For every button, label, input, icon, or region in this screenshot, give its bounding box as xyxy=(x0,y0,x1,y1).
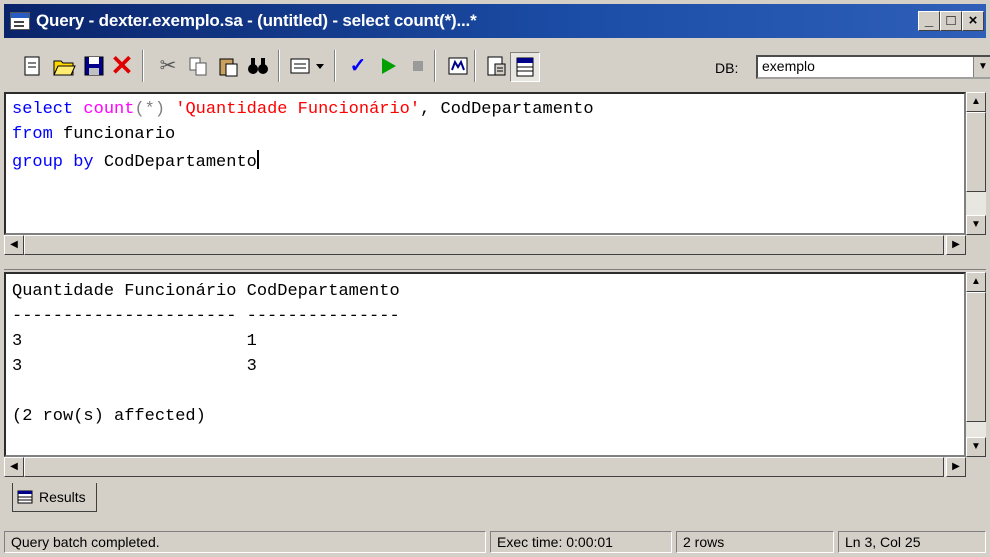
scroll-thumb[interactable] xyxy=(24,457,944,477)
database-select[interactable]: exemplo ▼ xyxy=(756,55,990,79)
toolbar-separator xyxy=(278,50,280,82)
scroll-right-icon[interactable]: ▶ xyxy=(946,457,966,477)
keyword: select xyxy=(12,100,74,119)
new-query-icon[interactable] xyxy=(18,52,46,80)
function-args: (*) xyxy=(134,100,166,119)
db-label: DB: xyxy=(715,60,739,76)
query-window-icon xyxy=(10,12,30,30)
results-tabs: Results xyxy=(4,483,986,517)
toolbar-separator xyxy=(142,50,144,82)
text-caret xyxy=(256,150,259,169)
cursor-position: Ln 3, Col 25 xyxy=(838,531,986,553)
scroll-down-icon[interactable]: ▼ xyxy=(966,215,986,235)
copy-icon[interactable] xyxy=(184,52,212,80)
properties-icon[interactable] xyxy=(482,52,510,80)
scroll-left-icon[interactable]: ◀ xyxy=(4,235,24,255)
keyword: from xyxy=(12,125,53,144)
results-mode-icon[interactable] xyxy=(288,52,330,80)
scroll-right-icon[interactable]: ▶ xyxy=(946,235,966,255)
results-header: Quantidade Funcionário CodDepartamento xyxy=(12,282,400,301)
status-message: Query batch completed. xyxy=(4,531,486,553)
scroll-left-icon[interactable]: ◀ xyxy=(4,457,24,477)
editor-vertical-scrollbar[interactable]: ▲ ▼ xyxy=(966,92,986,235)
splitter[interactable] xyxy=(4,257,986,270)
toolbar-separator xyxy=(434,50,436,82)
results-grid-icon[interactable] xyxy=(510,52,540,82)
scroll-up-icon[interactable]: ▲ xyxy=(966,272,986,292)
stop-icon[interactable] xyxy=(404,52,432,80)
chevron-down-icon[interactable]: ▼ xyxy=(973,57,990,77)
find-icon[interactable] xyxy=(244,52,272,80)
window-title: Query - dexter.exemplo.sa - (untitled) -… xyxy=(36,11,477,30)
scroll-up-icon[interactable]: ▲ xyxy=(966,92,986,112)
status-bar: Query batch completed. Exec time: 0:00:0… xyxy=(0,525,990,557)
rows-affected-text: (2 row(s) affected) xyxy=(12,407,206,426)
table-row: 3 3 xyxy=(12,357,257,376)
editor-line-2: from funcionario xyxy=(12,125,175,144)
cut-icon[interactable]: ✂ xyxy=(154,52,182,80)
maximize-button[interactable]: □ xyxy=(940,11,962,31)
database-select-value: exemplo xyxy=(762,58,815,74)
keyword: group by xyxy=(12,153,94,172)
column-list: , CodDepartamento xyxy=(420,100,594,119)
title-bar[interactable]: Query - dexter.exemplo.sa - (untitled) -… xyxy=(4,4,986,38)
paste-icon[interactable] xyxy=(214,52,242,80)
toolbar-separator xyxy=(334,50,336,82)
display-plan-icon[interactable] xyxy=(444,52,472,80)
table-row: 3 1 xyxy=(12,332,257,351)
toolbar: ✕ ✂ ✓ DB: exemplo ▼ xyxy=(4,40,990,96)
editor-line-3: group by CodDepartamento xyxy=(12,150,259,172)
table-name: funcionario xyxy=(52,125,176,144)
row-count: 2 rows xyxy=(676,531,834,553)
editor-line-1: select count(*) 'Quantidade Funcionário'… xyxy=(12,100,594,119)
scroll-down-icon[interactable]: ▼ xyxy=(966,437,986,457)
results-horizontal-scrollbar[interactable]: ◀ ▶ xyxy=(4,457,966,477)
results-grid-icon xyxy=(17,490,33,504)
open-icon[interactable] xyxy=(50,52,78,80)
toolbar-separator xyxy=(474,50,476,82)
query-editor[interactable]: select count(*) 'Quantidade Funcionário'… xyxy=(4,92,966,235)
minimize-button[interactable]: _ xyxy=(918,11,940,31)
editor-horizontal-scrollbar[interactable]: ◀ ▶ xyxy=(4,235,966,255)
query-window: Query - dexter.exemplo.sa - (untitled) -… xyxy=(0,0,990,557)
string-literal: 'Quantidade Funcionário' xyxy=(175,100,421,119)
results-vertical-scrollbar[interactable]: ▲ ▼ xyxy=(966,272,986,457)
scroll-thumb[interactable] xyxy=(966,112,986,192)
exec-time: Exec time: 0:00:01 xyxy=(490,531,672,553)
save-icon[interactable] xyxy=(80,52,108,80)
scroll-thumb[interactable] xyxy=(966,292,986,422)
column-name: CodDepartamento xyxy=(93,153,257,172)
scroll-thumb[interactable] xyxy=(24,235,944,255)
tab-results-label: Results xyxy=(39,489,86,505)
tab-results[interactable]: Results xyxy=(12,483,97,512)
function-name: count xyxy=(83,100,135,119)
execute-icon[interactable] xyxy=(374,52,402,80)
results-pane[interactable]: Quantidade Funcionário CodDepartamento -… xyxy=(4,272,966,457)
results-divider: ---------------------- --------------- xyxy=(12,307,400,326)
delete-icon[interactable]: ✕ xyxy=(108,52,136,80)
close-button[interactable]: × xyxy=(962,11,984,31)
parse-icon[interactable]: ✓ xyxy=(344,52,372,80)
